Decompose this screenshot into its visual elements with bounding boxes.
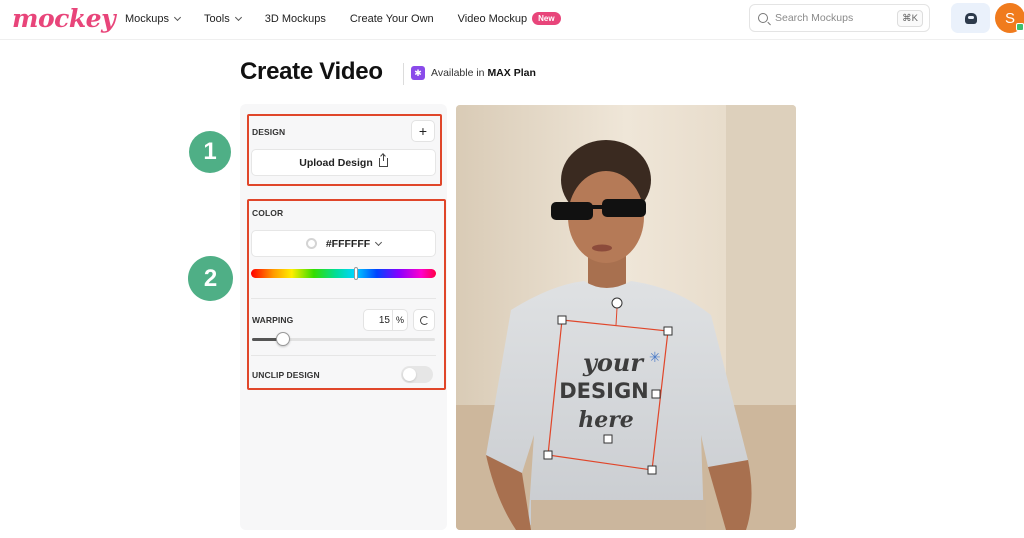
mockup-preview[interactable]: your DESIGN here ✳ <box>456 105 796 530</box>
plus-icon: + <box>418 123 428 139</box>
new-badge: New <box>532 12 561 25</box>
color-label: COLOR <box>252 208 284 218</box>
warping-unit: % <box>392 310 407 330</box>
search-placeholder: Search Mockups <box>775 12 854 24</box>
plan-prefix: Available in <box>431 67 485 79</box>
settings-section-highlight <box>247 199 446 390</box>
search-shortcut: ⌘K <box>897 10 923 27</box>
nav-tools[interactable]: Tools <box>204 12 242 25</box>
design-text-line3: here <box>578 407 634 433</box>
model-tshirt-illustration: your DESIGN here ✳ <box>456 105 796 530</box>
chevron-down-icon <box>173 13 182 21</box>
support-button[interactable] <box>951 3 990 33</box>
support-agent-icon <box>964 12 977 24</box>
warping-label: WARPING <box>252 315 294 325</box>
nav-create-your-own-label: Create Your Own <box>349 12 434 25</box>
plan-availability: Available in MAX Plan <box>431 67 536 79</box>
page-title: Create Video <box>240 58 383 85</box>
design-label: DESIGN <box>252 127 286 137</box>
section-divider <box>251 355 436 356</box>
sparkle-icon: ✱ <box>411 66 425 80</box>
design-text-line2: DESIGN <box>559 379 649 403</box>
nav-mockups[interactable]: Mockups <box>125 12 182 25</box>
top-navigation-bar: mockey Mockups Tools 3D Mockups Create Y… <box>0 0 1024 40</box>
sparkle-decoration-icon: ✳ <box>649 349 661 365</box>
step-1-marker: 1 <box>189 131 231 173</box>
color-value: #FFFFFF <box>325 237 371 250</box>
nav-video-mockup-label: Video Mockup <box>457 12 528 25</box>
online-status-dot <box>1016 23 1024 31</box>
warping-value: 15 <box>378 314 390 326</box>
color-swatch <box>305 238 317 249</box>
mockey-logo[interactable]: mockey <box>12 4 116 33</box>
unclip-design-label: UNCLIP DESIGN <box>252 370 320 380</box>
nav-tools-label: Tools <box>204 12 230 25</box>
nav-3d-mockups[interactable]: 3D Mockups <box>265 12 326 25</box>
section-divider <box>251 298 436 299</box>
step-2-marker: 2 <box>188 256 233 301</box>
warping-input[interactable]: 15 % <box>363 309 408 331</box>
hue-slider[interactable] <box>251 269 436 278</box>
add-design-button[interactable]: + <box>411 120 435 142</box>
main-nav: Mockups Tools 3D Mockups Create Your Own… <box>125 12 585 25</box>
search-input[interactable]: Search Mockups ⌘K <box>749 4 930 32</box>
chevron-down-icon <box>375 238 383 246</box>
warping-slider-thumb[interactable] <box>276 332 291 346</box>
title-divider <box>403 63 404 85</box>
nav-video-mockup[interactable]: Video Mockup New <box>458 12 561 25</box>
nav-mockups-label: Mockups <box>125 12 170 25</box>
hue-slider-thumb[interactable] <box>354 267 359 280</box>
chevron-down-icon <box>234 13 242 21</box>
plan-name: MAX Plan <box>487 67 536 79</box>
toggle-knob <box>403 368 416 381</box>
design-text-line1: your <box>582 348 645 377</box>
nav-3d-mockups-label: 3D Mockups <box>264 12 326 25</box>
upload-design-label: Upload Design <box>299 156 373 169</box>
nav-create-your-own[interactable]: Create Your Own <box>350 12 434 25</box>
reset-warping-button[interactable] <box>413 309 435 331</box>
upload-icon <box>378 154 388 167</box>
reset-icon <box>419 315 429 325</box>
unclip-design-toggle[interactable] <box>401 366 433 383</box>
upload-design-button[interactable]: Upload Design <box>251 149 436 176</box>
search-icon <box>758 13 768 23</box>
color-picker-dropdown[interactable]: #FFFFFF <box>251 230 436 257</box>
